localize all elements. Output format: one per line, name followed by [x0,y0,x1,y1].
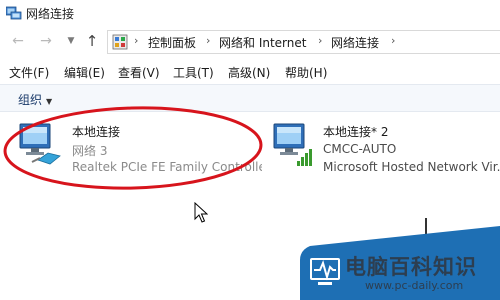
wireless-adapter-icon [273,123,312,166]
menu-help[interactable]: 帮助(H) [285,64,327,81]
breadcrumb-network-connections[interactable]: 网络连接 [331,34,379,51]
menu-file[interactable]: 文件(F) [9,64,49,81]
breadcrumb-chevron-icon[interactable]: › [318,34,322,47]
control-panel-icon [112,34,128,50]
up-arrow-icon[interactable]: ↑ [84,32,100,50]
connection-device: Microsoft Hosted Network Vir... [323,160,500,174]
menu-view[interactable]: 查看(V) [118,64,160,81]
address-bar[interactable]: › 控制面板 › 网络和 Internet › 网络连接 › [107,30,500,54]
title-bar: 网络连接 [0,0,500,26]
annotation-ellipse [3,106,263,190]
back-arrow-icon[interactable]: ← [10,32,26,50]
breadcrumb-control-panel[interactable]: 控制面板 [148,34,196,51]
window-title: 网络连接 [26,7,75,21]
mouse-cursor-icon [194,202,208,223]
breadcrumb-chevron-icon[interactable]: › [134,34,138,47]
menu-bar: 文件(F) 编辑(E) 查看(V) 工具(T) 高级(N) 帮助(H) [0,62,500,82]
breadcrumb-network-internet[interactable]: 网络和 Internet [219,34,306,51]
menu-advanced[interactable]: 高级(N) [228,64,270,81]
connection-network: CMCC-AUTO [323,142,397,156]
watermark-url: www.pc-daily.com [365,279,464,292]
breadcrumb-chevron-icon[interactable]: › [206,34,210,47]
menu-edit[interactable]: 编辑(E) [64,64,105,81]
forward-arrow-icon[interactable]: → [38,32,54,50]
address-row: ← → ▼ ↑ › 控制面板 › 网络和 Internet › 网络连接 › [0,28,500,54]
watermark-text: 电脑百科知识 [345,255,477,279]
network-connections-icon [6,6,22,20]
breadcrumb-chevron-icon[interactable]: › [391,34,395,47]
menu-tools[interactable]: 工具(T) [173,64,214,81]
recent-locations-chevron-icon[interactable]: ▼ [63,32,79,50]
connection-name: 本地连接* 2 [323,125,389,139]
